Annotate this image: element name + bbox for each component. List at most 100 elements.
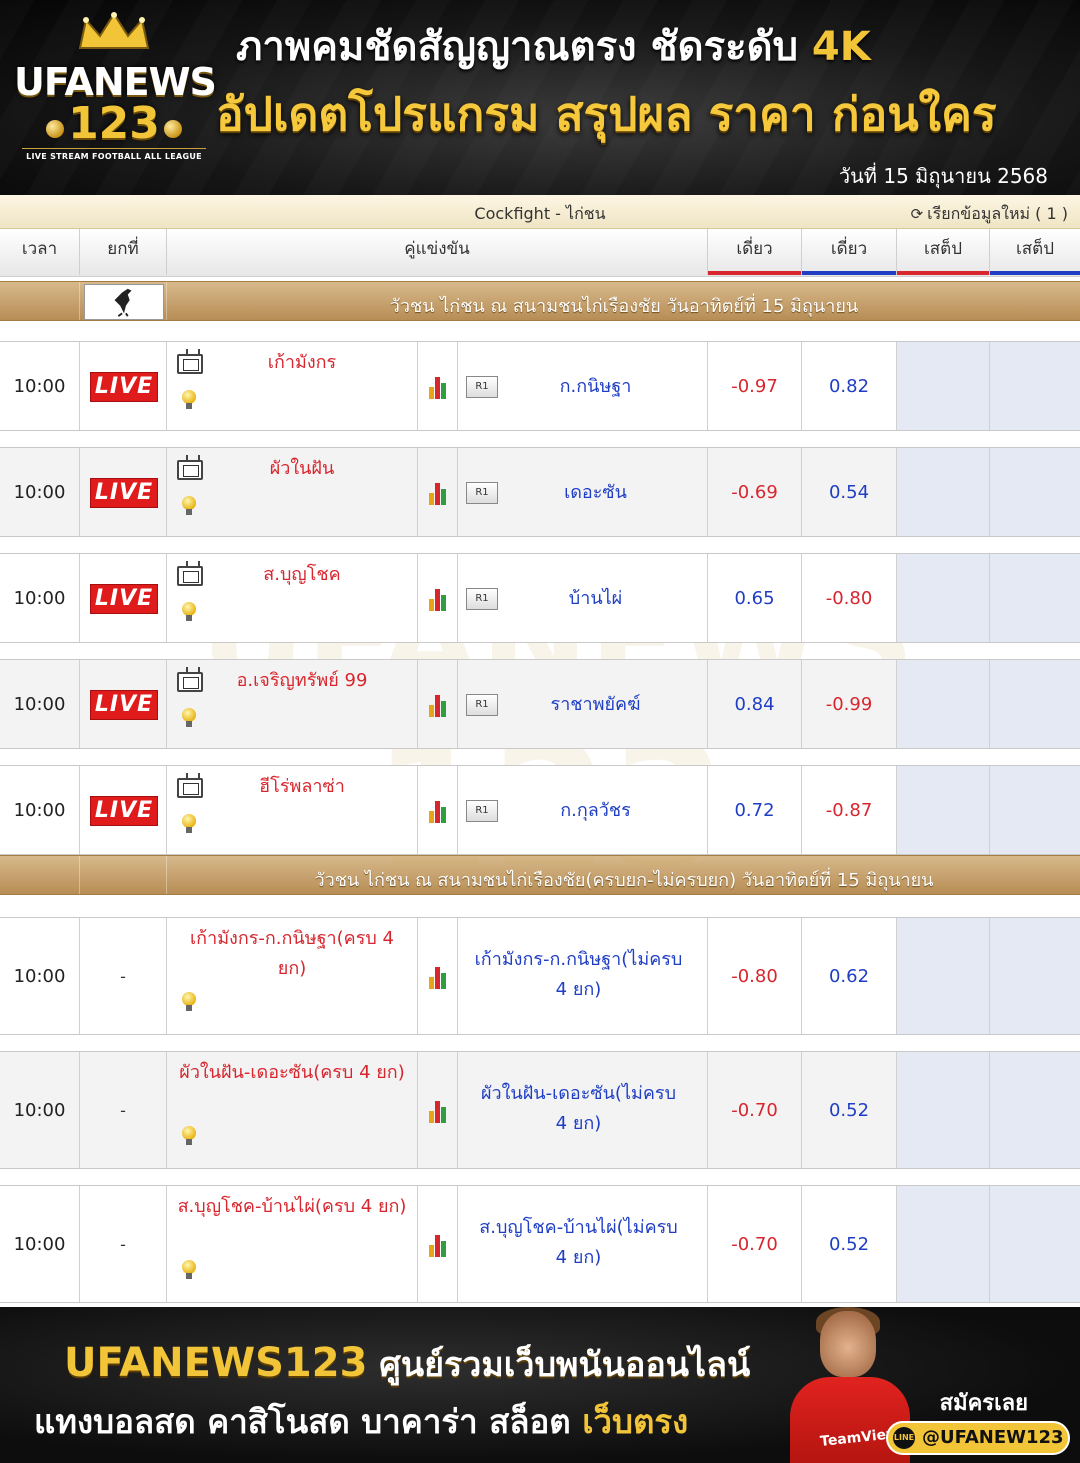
odds-parlay-2[interactable] [990,554,1080,642]
odds-single-1[interactable]: 0.72 [708,766,802,854]
odds-parlay-1[interactable] [897,1052,990,1168]
odds-parlay-2[interactable] [990,1052,1080,1168]
live-badge[interactable]: LIVE [91,373,157,401]
col-parlay-1: เสต็ป [897,229,990,275]
stats-icon[interactable] [429,799,449,823]
site-logo[interactable]: UFANEWS 123 LIVE STREAM FOOTBALL ALL LEA… [14,8,217,188]
table-row: 10:00 LIVE ผัวในฝัน R1 เดอะซัน -0.69 0.54 [0,447,1080,537]
logo-number: 123 [68,98,160,149]
odds-single-2[interactable]: 0.54 [802,448,897,536]
away-bet[interactable]: ส.บุญโชค-บ้านไผ่(ไม่ครบ 4 ยก) [474,1213,683,1273]
footer-banner: UFANEWS123 ศูนย์รวมเว็บพนันออนไลน์ แทงบอ… [0,1307,1080,1463]
home-cell: ผัวในฝัน-เดอะซัน(ครบ 4 ยก) [167,1052,418,1168]
odds-parlay-2[interactable] [990,342,1080,430]
odds-single-1[interactable]: -0.69 [708,448,802,536]
odds-parlay-1[interactable] [897,660,990,748]
odds-single-1[interactable]: -0.70 [708,1052,802,1168]
signup-label: สมัครเลย [939,1391,1028,1416]
stats-icon[interactable] [429,693,449,717]
away-team[interactable]: บ้านไผ่ [494,584,697,614]
tip-bulb-icon[interactable] [179,600,199,624]
line-icon: LINE [893,1427,915,1449]
odds-parlay-1[interactable] [897,448,990,536]
home-team[interactable]: เก้ามังกร [193,348,411,378]
refresh-button[interactable]: ⟳ เรียกข้อมูลใหม่ ( 1 ) [911,202,1068,227]
odds-parlay-1[interactable] [897,766,990,854]
stats-cell [418,448,458,536]
odds-single-2[interactable]: -0.87 [802,766,897,854]
live-badge[interactable]: LIVE [91,585,157,613]
away-team[interactable]: ก.กุลวัชร [494,796,697,826]
stats-icon[interactable] [429,965,449,989]
home-bet[interactable]: ส.บุญโชค-บ้านไผ่(ครบ 4 ยก) [177,1192,407,1222]
table-row: 10:00 - เก้ามังกร-ก.กนิษฐา(ครบ 4 ยก) เก้ามั… [0,917,1080,1035]
away-cell: เก้ามังกร-ก.กนิษฐา(ไม่ครบ 4 ยก) [458,918,708,1034]
odds-single-1[interactable]: 0.84 [708,660,802,748]
odds-parlay-1[interactable] [897,342,990,430]
line-id-button[interactable]: LINE @UFANEW123 [886,1421,1070,1455]
away-team[interactable]: เดอะซัน [494,478,697,508]
odds-single-1[interactable]: -0.80 [708,918,802,1034]
odds-single-2[interactable]: 0.52 [802,1186,897,1302]
away-bet[interactable]: ผัวในฝัน-เดอะซัน(ไม่ครบ 4 ยก) [474,1079,683,1139]
league-title: วัวชน ไก่ชน ณ สนามชนไก่เรืองชัย วันอาทิต… [389,296,859,317]
column-header: เวลา ยกที่ คู่แข่งขัน เดี่ยว เดี่ยว เสต็… [0,229,1080,277]
tip-bulb-icon[interactable] [179,812,199,836]
odds-single-1[interactable]: -0.97 [708,342,802,430]
tip-bulb-icon[interactable] [179,990,199,1014]
stats-icon[interactable] [429,1233,449,1257]
home-bet[interactable]: เก้ามังกร-ก.กนิษฐา(ครบ 4 ยก) [177,924,407,984]
odds-single-2[interactable]: 0.62 [802,918,897,1034]
stats-cell [418,1186,458,1302]
odds-single-2[interactable]: 0.82 [802,342,897,430]
odds-parlay-2[interactable] [990,766,1080,854]
odds-single-2[interactable]: -0.80 [802,554,897,642]
away-bet[interactable]: เก้ามังกร-ก.กนิษฐา(ไม่ครบ 4 ยก) [474,945,683,1005]
round-value: - [120,1235,126,1254]
stats-icon[interactable] [429,587,449,611]
table-row: 10:00 LIVE อ.เจริญทรัพย์ 99 R1 ราชาพยัคฆ์ 0.8… [0,659,1080,749]
live-badge[interactable]: LIVE [91,797,157,825]
odds-parlay-2[interactable] [990,918,1080,1034]
odds-parlay-1[interactable] [897,554,990,642]
round-cell: - [80,918,167,1034]
col-match: คู่แข่งขัน [167,229,708,275]
live-badge[interactable]: LIVE [91,691,157,719]
odds-parlay-1[interactable] [897,1186,990,1302]
odds-parlay-2[interactable] [990,1186,1080,1302]
away-team[interactable]: ราชาพยัคฆ์ [494,690,697,720]
home-team[interactable]: ฮีโร่พลาซ่า [193,772,411,802]
away-cell: ผัวในฝัน-เดอะซัน(ไม่ครบ 4 ยก) [458,1052,708,1168]
stats-icon[interactable] [429,375,449,399]
col-single-2-label: เดี่ยว [830,239,868,259]
home-cell: ผัวในฝัน [167,448,418,536]
home-team[interactable]: ส.บุญโชค [193,560,411,590]
odds-parlay-1[interactable] [897,918,990,1034]
col-parlay-2: เสต็ป [990,229,1080,275]
header-banner: UFANEWS 123 LIVE STREAM FOOTBALL ALL LEA… [0,0,1080,195]
odds-parlay-2[interactable] [990,448,1080,536]
table-row: 10:00 LIVE ส.บุญโชค R1 บ้านไผ่ 0.65 -0.80 [0,553,1080,643]
match-time: 10:00 [0,918,80,1034]
stats-cell [418,918,458,1034]
home-bet[interactable]: ผัวในฝัน-เดอะซัน(ครบ 4 ยก) [177,1058,407,1088]
home-team[interactable]: อ.เจริญทรัพย์ 99 [193,666,411,696]
col-single-1-label: เดี่ยว [736,239,773,259]
odds-single-2[interactable]: 0.52 [802,1052,897,1168]
tip-bulb-icon[interactable] [179,494,199,518]
tip-bulb-icon[interactable] [179,1258,199,1282]
away-team[interactable]: ก.กนิษฐา [494,372,697,402]
odds-single-1[interactable]: 0.65 [708,554,802,642]
tip-bulb-icon[interactable] [179,706,199,730]
live-badge[interactable]: LIVE [91,479,157,507]
odds-parlay-2[interactable] [990,660,1080,748]
stats-icon[interactable] [429,481,449,505]
odds-single-2[interactable]: -0.99 [802,660,897,748]
headline-signal-text: ภาพคมชัดสัญญาณตรง ชัดระดับ [236,24,812,70]
tip-bulb-icon[interactable] [179,388,199,412]
odds-single-1[interactable]: -0.70 [708,1186,802,1302]
tip-bulb-icon[interactable] [179,1124,199,1148]
stats-icon[interactable] [429,1099,449,1123]
home-team[interactable]: ผัวในฝัน [193,454,411,484]
league-header: วัวชน ไก่ชน ณ สนามชนไก่เรืองชัย(ครบยก-ไม… [0,855,1080,895]
